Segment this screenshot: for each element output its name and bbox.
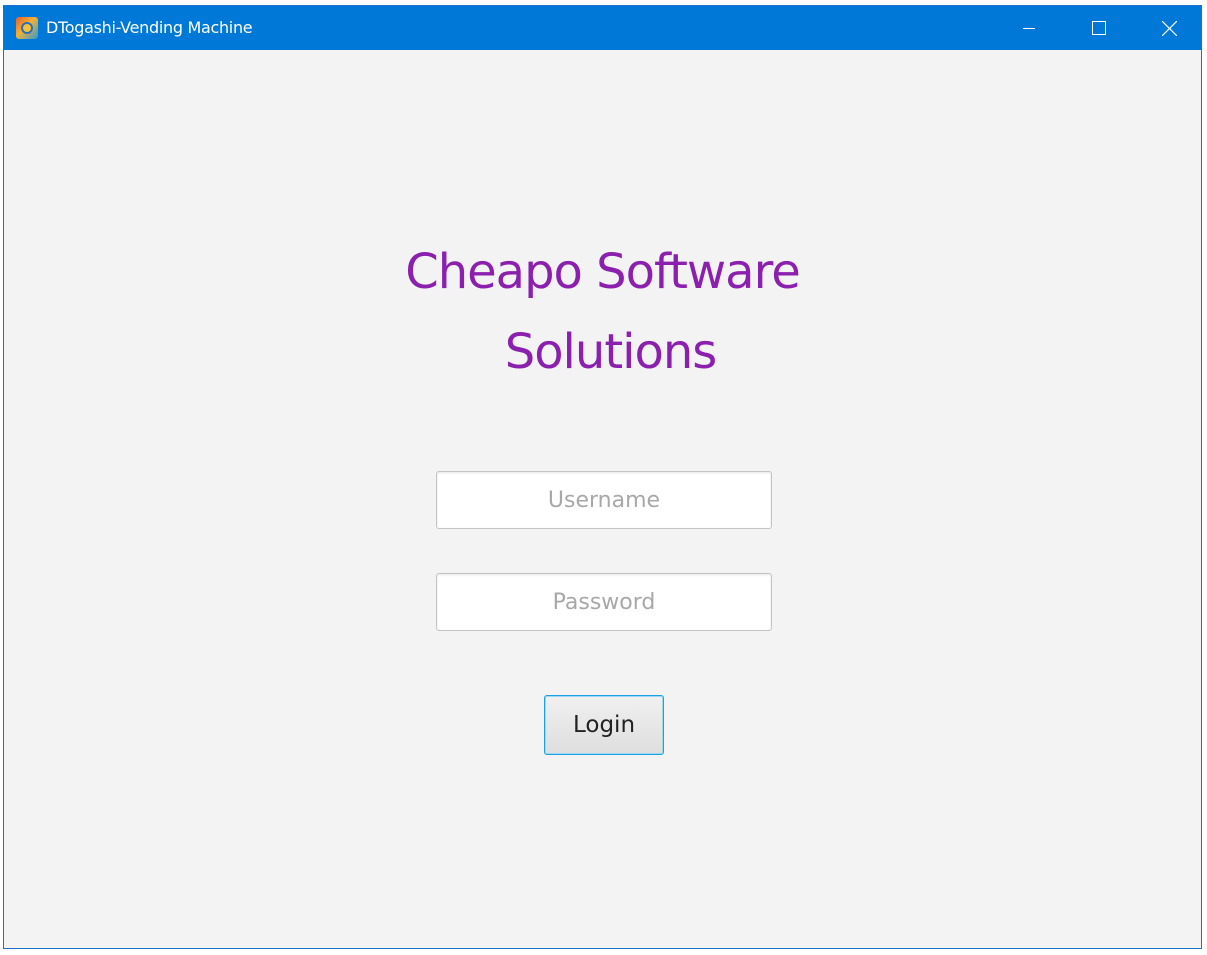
app-icon-center <box>21 22 33 34</box>
heading-line-2: Solutions <box>504 324 718 380</box>
username-input[interactable] <box>436 471 772 529</box>
title-bar[interactable]: DTogashi-Vending Machine <box>4 6 1201 50</box>
heading-line-1: Cheapo Software <box>405 244 801 300</box>
app-window: DTogashi-Vending Machine Cheapo Software… <box>3 5 1202 949</box>
maximize-icon <box>1092 21 1106 35</box>
company-heading: Cheapo Software Solutions <box>4 232 1201 392</box>
minimize-button[interactable] <box>994 6 1064 50</box>
login-button[interactable]: Login <box>544 695 664 755</box>
close-icon <box>1161 20 1177 36</box>
minimize-icon <box>1023 28 1035 29</box>
password-input[interactable] <box>436 573 772 631</box>
window-title: DTogashi-Vending Machine <box>46 18 253 37</box>
maximize-button[interactable] <box>1064 6 1134 50</box>
close-button[interactable] <box>1134 6 1201 50</box>
app-icon <box>16 17 38 39</box>
login-panel: Cheapo Software Solutions Login <box>4 50 1201 948</box>
